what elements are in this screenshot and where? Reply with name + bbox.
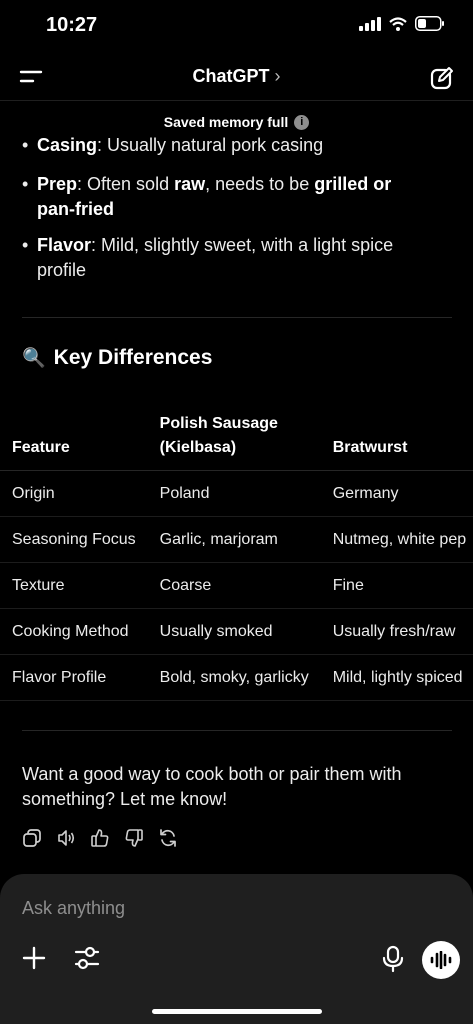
table-cell: Texture [0, 562, 148, 609]
tools-icon[interactable] [74, 944, 100, 972]
info-icon[interactable]: i [294, 114, 310, 130]
table-cell: Mild, lightly spiced [320, 654, 473, 701]
table-row: Cooking Method Usually smoked Usually fr… [0, 608, 473, 655]
status-time: 10:27 [46, 14, 98, 36]
memory-banner[interactable]: Saved memory full i [0, 114, 473, 130]
table-cell: Nutmeg, white pep [320, 516, 473, 563]
voice-mode-button[interactable] [422, 941, 460, 979]
table-cell: Coarse [147, 562, 321, 609]
section-divider [22, 730, 452, 731]
table-header: Feature [0, 396, 148, 471]
section-heading: 🔍 Key Differences [22, 346, 212, 370]
table-cell: Garlic, marjoram [147, 516, 321, 563]
model-selector[interactable]: ChatGPT › [0, 66, 473, 87]
table-cell: Usually smoked [147, 608, 321, 655]
waveform-icon [430, 951, 452, 969]
status-icons [359, 16, 445, 31]
table-cell: Cooking Method [0, 608, 148, 655]
table-header: Bratwurst [320, 396, 473, 471]
thumbs-up-icon[interactable] [90, 828, 110, 848]
regenerate-icon[interactable] [158, 828, 178, 848]
table-cell: Germany [320, 470, 473, 517]
table-cell: Origin [0, 470, 148, 517]
table-row: Flavor Profile Bold, smoky, garlicky Mil… [0, 654, 473, 701]
wifi-icon [389, 16, 407, 31]
chevron-right-icon: › [274, 66, 281, 86]
table-header-row: Feature Polish Sausage (Kielbasa) Bratwu… [0, 396, 473, 471]
comparison-table: Feature Polish Sausage (Kielbasa) Bratwu… [0, 396, 473, 701]
microphone-icon[interactable] [382, 945, 404, 973]
list-item: • Flavor: Mild, slightly sweet, with a l… [22, 235, 394, 280]
list-item: • Casing: Usually natural pork casing [22, 135, 324, 155]
home-indicator [152, 1009, 322, 1014]
table-cell: Bold, smoky, garlicky [147, 654, 321, 701]
cellular-signal-icon [359, 16, 381, 31]
thumbs-down-icon[interactable] [124, 828, 144, 848]
table-row: Origin Poland Germany [0, 470, 473, 517]
table-cell: Poland [147, 470, 321, 517]
battery-icon [415, 16, 444, 31]
copy-icon[interactable] [22, 828, 42, 848]
message-input[interactable]: Ask anything [22, 898, 125, 919]
plus-icon[interactable] [22, 946, 46, 970]
table-header: Polish Sausage (Kielbasa) [147, 396, 321, 471]
section-title: Key Differences [53, 346, 213, 369]
table-cell: Seasoning Focus [0, 516, 148, 563]
table-cell: Usually fresh/raw [320, 608, 473, 655]
table-cell: Fine [320, 562, 473, 609]
closing-paragraph: Want a good way to cook both or pair the… [22, 764, 402, 809]
message-content: • Casing: Usually natural pork casing • … [0, 134, 473, 874]
message-actions [22, 828, 178, 848]
table-cell: Flavor Profile [0, 654, 148, 701]
app-title: ChatGPT [192, 66, 270, 86]
list-item: • Prep: Often sold raw, needs to be gril… [22, 174, 392, 219]
table-row: Seasoning Focus Garlic, marjoram Nutmeg,… [0, 516, 473, 563]
header-divider [0, 100, 473, 101]
magnifier-icon: 🔍 [22, 348, 46, 369]
new-chat-icon[interactable] [428, 64, 456, 92]
table-row: Texture Coarse Fine [0, 562, 473, 609]
section-divider [22, 317, 452, 318]
memory-banner-text: Saved memory full [163, 114, 289, 130]
read-aloud-icon[interactable] [56, 828, 76, 848]
